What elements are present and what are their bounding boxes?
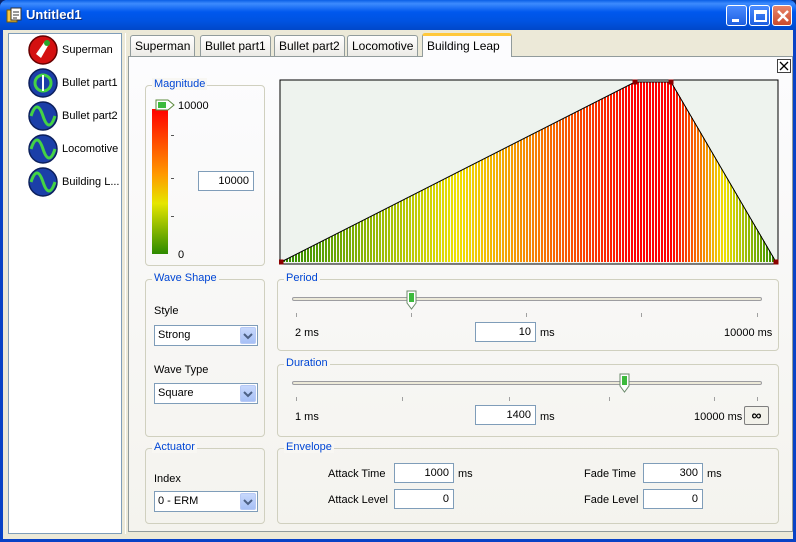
effect-label: Superman [62, 44, 113, 56]
wave-type-label: Wave Type [154, 364, 209, 376]
envelope-handle[interactable] [632, 79, 638, 85]
period-slider-track[interactable] [292, 297, 762, 301]
duration-unit-label: ms [540, 411, 555, 423]
chevron-down-icon[interactable] [240, 493, 256, 510]
effect-item-superman[interactable]: Superman [27, 34, 122, 66]
actuator-index-dropdown[interactable]: 0 - ERM [154, 491, 258, 512]
duration-value-field[interactable] [475, 405, 536, 425]
sine-wave-icon [28, 134, 58, 164]
magnitude-slider-thumb[interactable] [155, 99, 175, 111]
attack-level-label: Attack Level [328, 494, 388, 506]
magnitude-bar [152, 109, 168, 254]
app-window: Untitled1 Superman Bullet part1 Bullet p… [0, 0, 796, 542]
actuator-index-value: 0 - ERM [158, 495, 199, 507]
infinite-duration-button[interactable]: ∞ [744, 406, 769, 425]
envelope-graph [279, 79, 779, 265]
fade-level-label: Fade Level [584, 494, 639, 506]
duration-title: Duration [284, 357, 330, 369]
close-window-button[interactable] [772, 5, 792, 26]
effect-item-locomotive[interactable]: Locomotive [27, 133, 122, 165]
tab-superman[interactable]: Superman [130, 35, 196, 56]
attack-level-field[interactable] [394, 489, 454, 509]
magnitude-max-label: 10000 [178, 100, 209, 112]
effect-label: Bullet part2 [62, 110, 118, 122]
style-label: Style [154, 305, 179, 317]
app-icon [6, 7, 22, 23]
wave-shape-group: Wave Shape Style Strong Wave Type Square [145, 272, 265, 437]
tab-panel: Magnitude 10000 0 10000 Wave Shape Style… [128, 56, 793, 532]
close-effect-button[interactable] [777, 59, 791, 73]
effect-editor: Superman Bullet part1 Bullet part2 Locom… [125, 33, 793, 534]
envelope-handle[interactable] [668, 79, 674, 85]
chevron-down-icon[interactable] [240, 385, 256, 402]
period-min-label: 2 ms [295, 327, 319, 339]
minimize-button[interactable] [726, 5, 747, 26]
effect-label: Bullet part1 [62, 77, 118, 89]
attack-time-label: Attack Time [328, 468, 386, 480]
period-group: Period 2 ms ms 10000 ms [277, 272, 779, 351]
duration-slider-thumb[interactable] [619, 373, 630, 393]
period-slider-thumb[interactable] [406, 290, 417, 310]
actuator-title: Actuator [152, 441, 197, 453]
fade-level-field[interactable] [643, 489, 703, 509]
effect-item-bullet-part2[interactable]: Bullet part2 [27, 100, 122, 132]
bullet-wave-icon [28, 68, 58, 98]
period-value-field[interactable] [475, 322, 536, 342]
minimize-icon [732, 19, 739, 22]
attack-time-field[interactable] [394, 463, 454, 483]
close-icon [779, 61, 789, 71]
tab-bullet-part2[interactable]: Bullet part2 [274, 35, 345, 56]
tab-bullet-part1[interactable]: Bullet part1 [200, 35, 271, 56]
effect-item-bullet-part1[interactable]: Bullet part1 [27, 67, 122, 99]
sine-wave-icon [28, 101, 58, 131]
magnitude-min-label: 0 [178, 249, 185, 261]
magnitude-title: Magnitude [152, 78, 208, 90]
maximize-icon [754, 10, 767, 22]
period-max-label: 10000 ms [724, 327, 773, 339]
index-label: Index [154, 473, 181, 485]
maximize-button[interactable] [749, 5, 770, 26]
effects-list[interactable]: Superman Bullet part1 Bullet part2 Locom… [8, 33, 122, 534]
period-title: Period [284, 272, 320, 284]
wave-type-dropdown[interactable]: Square [154, 383, 258, 404]
envelope-handle[interactable] [773, 259, 779, 265]
envelope-title: Envelope [284, 441, 334, 453]
attack-time-unit: ms [458, 468, 473, 480]
close-icon [777, 10, 789, 22]
style-dropdown[interactable]: Strong [154, 325, 258, 346]
envelope-handle[interactable] [279, 259, 284, 265]
envelope-group: Envelope Attack Time ms Attack Level Fad… [277, 441, 779, 524]
window-title: Untitled1 [26, 7, 82, 22]
magnitude-group: Magnitude 10000 0 10000 [145, 78, 265, 266]
fade-time-unit: ms [707, 468, 722, 480]
superman-effect-icon [28, 35, 58, 65]
effect-label: Locomotive [62, 143, 119, 155]
wave-shape-title: Wave Shape [152, 272, 219, 284]
tab-locomotive[interactable]: Locomotive [347, 35, 419, 56]
sine-wave-icon [28, 167, 58, 197]
duration-slider-track[interactable] [292, 381, 762, 385]
duration-min-label: 1 ms [295, 411, 319, 423]
effect-label: Building L... [62, 176, 120, 188]
period-unit-label: ms [540, 327, 555, 339]
fade-time-field[interactable] [643, 463, 703, 483]
wave-type-value: Square [158, 387, 194, 399]
tab-building-leap[interactable]: Building Leap [422, 33, 512, 57]
title-bar[interactable]: Untitled1 [0, 0, 796, 30]
duration-group: Duration 1 ms ms 10000 ms [277, 357, 779, 437]
effect-item-building-leap[interactable]: Building L... [27, 166, 122, 198]
magnitude-value-field[interactable] [198, 171, 254, 191]
style-value: Strong [158, 329, 191, 341]
duration-max-label: 10000 ms [694, 411, 743, 423]
chevron-down-icon[interactable] [240, 327, 256, 344]
actuator-group: Actuator Index 0 - ERM [145, 441, 265, 524]
fade-time-label: Fade Time [584, 468, 636, 480]
